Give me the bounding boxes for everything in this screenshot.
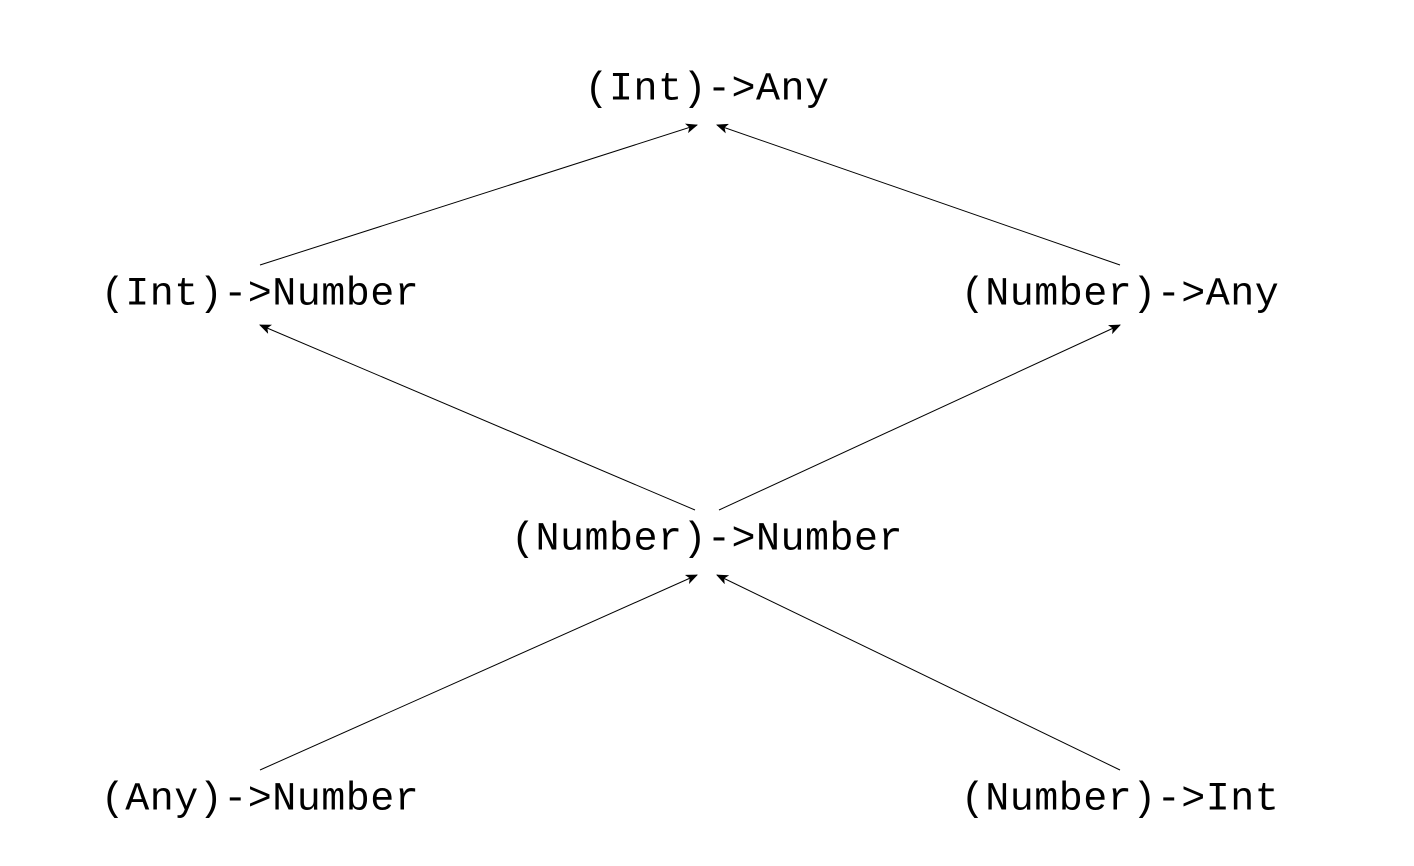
edge-center-to-midLeft [260,325,695,510]
node-int-to-number: (Int)->Number [101,273,420,318]
edge-botRight-to-center [717,575,1120,770]
node-int-to-any: (Int)->Any [584,68,829,113]
edge-botLeft-to-center [260,575,697,770]
edge-midRight-to-top [717,125,1120,265]
node-number-to-any: (Number)->Any [961,273,1280,318]
edge-midLeft-to-top [260,125,697,265]
type-lattice-diagram: (Int)->Any (Int)->Number (Number)->Any (… [0,0,1414,866]
node-any-to-number: (Any)->Number [101,778,420,823]
edge-center-to-midRight [719,325,1120,510]
node-number-to-number: (Number)->Number [511,518,903,563]
node-number-to-int: (Number)->Int [961,778,1280,823]
edges-layer [0,0,1414,866]
